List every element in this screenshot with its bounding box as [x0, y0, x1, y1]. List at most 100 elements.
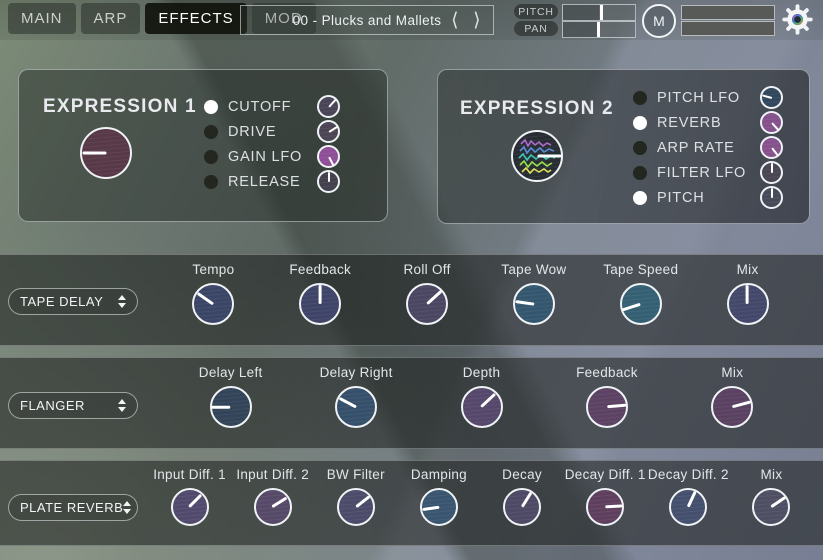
effect-type-dropdown[interactable]: PLATE REVERB [8, 494, 138, 521]
target-radio[interactable] [204, 175, 218, 189]
effect-knob[interactable] [192, 283, 234, 325]
effect-type-dropdown[interactable]: TAPE DELAY [8, 288, 138, 315]
effect-knob[interactable] [752, 488, 790, 526]
target-radio[interactable] [633, 166, 647, 180]
effect-knob[interactable] [406, 283, 448, 325]
target-radio[interactable] [204, 125, 218, 139]
target-label: PITCH [657, 190, 705, 206]
knob-pointer [746, 285, 749, 304]
effect-knob[interactable] [513, 283, 555, 325]
effect-type-dropdown[interactable]: FLANGER [8, 392, 138, 419]
expression-2-title: EXPRESSION 2 [460, 98, 614, 120]
expression-1-targets: CUTOFF DRIVE GAIN LFO RELEASE [204, 94, 340, 194]
target-label: ARP RATE [657, 140, 735, 156]
effect-knob-cell: Decay Diff. 1 [564, 467, 647, 526]
pan-slider-thumb[interactable] [597, 22, 600, 37]
effect-type-value: PLATE REVERB [20, 500, 123, 515]
effect-knob[interactable] [171, 488, 209, 526]
nav-tab[interactable]: MAIN [8, 3, 76, 34]
expression-2-targets: PITCH LFO REVERB ARP RATE FILTER LFO PIT… [633, 85, 783, 210]
target-radio[interactable] [204, 150, 218, 164]
target-label: REVERB [657, 115, 721, 131]
knob-pointer [771, 147, 778, 156]
effect-knob-cell: Tape Speed [587, 262, 694, 325]
effect-knob[interactable] [586, 386, 628, 428]
expression-target-row: PITCH LFO [633, 85, 783, 110]
effect-knob[interactable] [461, 386, 503, 428]
knob-pointer [319, 285, 322, 304]
effect-knob-label: Mix [737, 262, 759, 277]
nav-tab[interactable]: ARP [81, 3, 141, 34]
expression-target-row: ARP RATE [633, 135, 783, 160]
effect-knob[interactable] [711, 386, 753, 428]
pitch-label: PITCH [514, 4, 558, 19]
target-knob[interactable] [317, 95, 340, 118]
master-mute-button[interactable]: M [642, 4, 676, 38]
effect-knob[interactable] [210, 386, 252, 428]
pitch-slider-thumb[interactable] [600, 5, 603, 20]
target-knob[interactable] [760, 86, 783, 109]
knob-pointer [771, 188, 773, 198]
preset-next-icon[interactable]: ⟩ [473, 6, 481, 34]
effect-knob-cell: Mix [730, 467, 813, 526]
target-knob[interactable] [760, 186, 783, 209]
effect-knob-cell: Decay [481, 467, 564, 526]
effect-knob-cell: Feedback [544, 365, 669, 428]
expression-1-panel: EXPRESSION 1 CUTOFF DRIVE GAIN LFO RELEA… [18, 69, 388, 222]
target-radio[interactable] [204, 100, 218, 114]
knob-pointer [481, 393, 497, 408]
nav-tab[interactable]: EFFECTS [145, 3, 246, 34]
effect-type-value: FLANGER [20, 398, 85, 413]
effect-knob-label: Tape Speed [603, 262, 678, 277]
effect-knob-label: Roll Off [403, 262, 450, 277]
target-knob[interactable] [760, 111, 783, 134]
effect-knob[interactable] [337, 488, 375, 526]
expression-target-row: PITCH [633, 185, 783, 210]
effect-knob-cell: Input Diff. 1 [148, 467, 231, 526]
knob-pointer [521, 492, 532, 508]
effect-knob-label: BW Filter [327, 467, 385, 482]
effect-knob[interactable] [335, 386, 377, 428]
target-label: GAIN LFO [228, 149, 302, 165]
knob-pointer [82, 152, 106, 155]
effect-knob[interactable] [586, 488, 624, 526]
effect-knob[interactable] [503, 488, 541, 526]
target-knob[interactable] [317, 120, 340, 143]
effect-knob-cell: Delay Right [293, 365, 418, 428]
target-knob[interactable] [760, 136, 783, 159]
effect-knob-label: Damping [411, 467, 467, 482]
effect-knob-label: Decay [502, 467, 542, 482]
effect-knob-label: Delay Right [320, 365, 393, 380]
effect-knob[interactable] [669, 488, 707, 526]
settings-gear-icon[interactable] [781, 3, 814, 36]
effect-knob-label: Depth [463, 365, 501, 380]
preset-prev-icon[interactable]: ⟨ [451, 6, 459, 34]
effect-knob-label: Decay Diff. 2 [648, 467, 729, 482]
knob-strip: Input Diff. 1 Input Diff. 2 BW Filter Da… [148, 461, 813, 545]
effect-knob[interactable] [420, 488, 458, 526]
effect-knob[interactable] [299, 283, 341, 325]
expression-2-knob[interactable] [511, 130, 563, 182]
output-meter-left [681, 5, 775, 20]
target-knob[interactable] [760, 161, 783, 184]
target-radio[interactable] [633, 191, 647, 205]
pitch-slider[interactable] [562, 4, 636, 21]
knob-pointer [426, 290, 442, 305]
pan-slider[interactable] [562, 21, 636, 38]
expression-1-knob[interactable] [80, 127, 132, 179]
effect-knob[interactable] [620, 283, 662, 325]
effect-knob-cell: Mix [670, 365, 795, 428]
target-radio[interactable] [633, 91, 647, 105]
effect-knob[interactable] [254, 488, 292, 526]
knob-pointer [328, 172, 330, 182]
effect-knob[interactable] [727, 283, 769, 325]
effect-knob-label: Mix [760, 467, 782, 482]
knob-pointer [762, 94, 772, 98]
preset-selector[interactable]: 00 - Plucks and Mallets ⟨ ⟩ [240, 5, 494, 35]
target-label: CUTOFF [228, 99, 291, 115]
target-knob[interactable] [317, 170, 340, 193]
target-radio[interactable] [633, 116, 647, 130]
knob-pointer [328, 99, 336, 107]
target-knob[interactable] [317, 145, 340, 168]
target-radio[interactable] [633, 141, 647, 155]
